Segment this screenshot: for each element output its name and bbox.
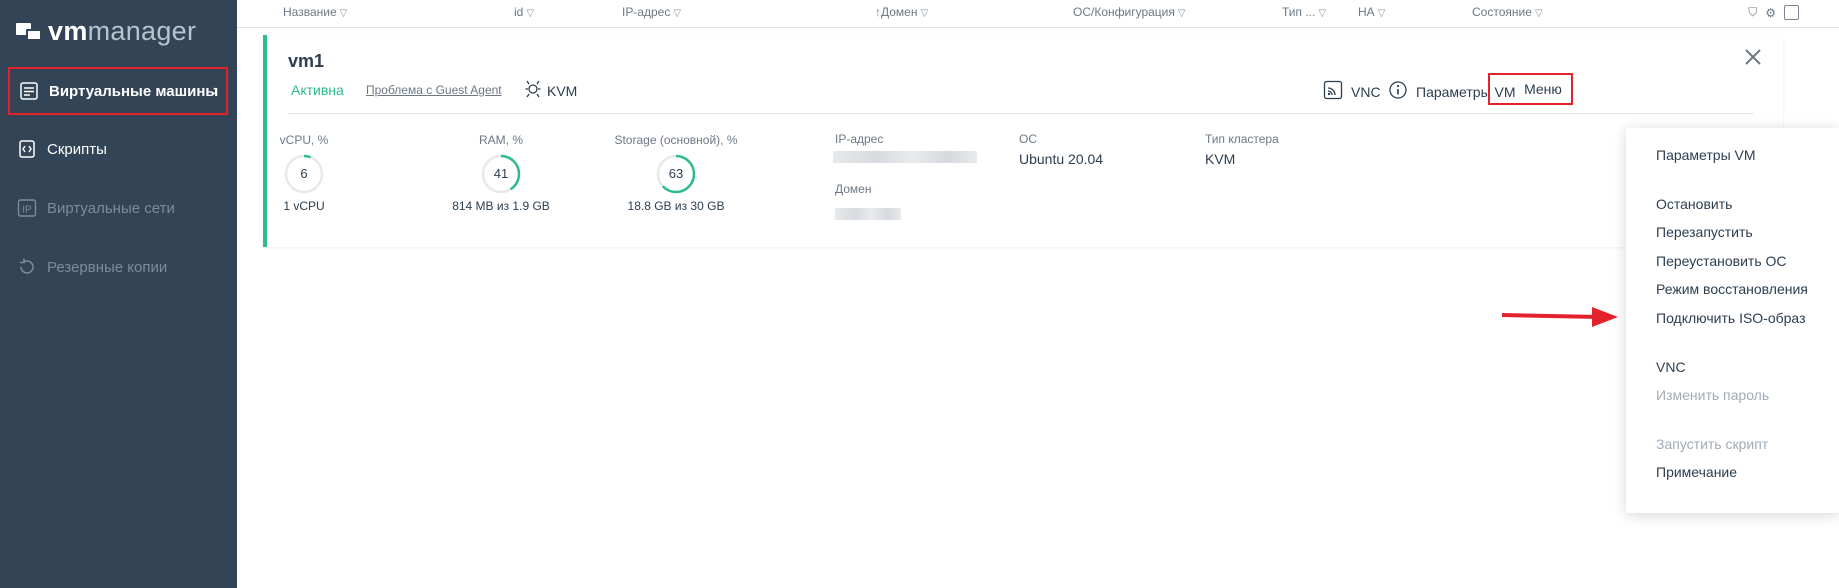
logo-icon xyxy=(16,21,42,41)
main-content: Название ▽ id ▽ IP-адрес ▽ ↑Домен ▽ ОС/Конфи… xyxy=(237,0,1839,588)
sidebar-item-label: Виртуальные машины xyxy=(49,82,219,100)
menu-item-stop[interactable]: Остановить xyxy=(1656,196,1732,212)
more-icon: ··· xyxy=(1499,81,1517,97)
gauge-value: 41 xyxy=(493,166,509,181)
os-label: ОС xyxy=(1019,132,1037,146)
filter-icon[interactable]: ▽ xyxy=(340,8,348,19)
column-header-os[interactable]: ОС/Конфигурация ▽ xyxy=(1073,5,1186,19)
close-icon[interactable] xyxy=(1743,47,1763,67)
hypervisor-label: KVM xyxy=(525,80,577,101)
sidebar-item-label: Виртуальные сети xyxy=(47,199,175,217)
menu-item-reinstall-os[interactable]: Переустановить ОС xyxy=(1656,253,1787,269)
cluster-type-value: KVM xyxy=(1205,151,1236,167)
ip-label: IP-адрес xyxy=(835,132,884,146)
menu-item-note[interactable]: Примечание xyxy=(1656,464,1737,480)
script-icon xyxy=(16,138,38,160)
backup-icon xyxy=(16,256,38,278)
logo-text: vmmanager xyxy=(48,16,197,46)
divider xyxy=(288,113,1754,114)
column-header-state[interactable]: Состояние ▽ xyxy=(1472,5,1543,19)
vm-name[interactable]: vm1 xyxy=(288,51,324,72)
sidebar-item-backups[interactable]: Резервные копии xyxy=(0,243,237,291)
metric-label: RAM, % xyxy=(478,133,523,147)
filter-icon[interactable]: ▽ xyxy=(1318,8,1326,19)
column-header-id[interactable]: id ▽ xyxy=(514,5,534,19)
filter-icon[interactable]: ▽ xyxy=(1178,8,1186,19)
menu-button[interactable]: ··· Меню xyxy=(1488,73,1573,105)
metric-sub: 814 MB из 1.9 GB xyxy=(452,199,550,213)
column-header-domain[interactable]: ↑Домен ▽ xyxy=(875,5,928,19)
metric-sub: 18.8 GB из 30 GB xyxy=(627,199,725,213)
filter-settings-icon[interactable]: ⛉ xyxy=(1748,5,1757,20)
column-header-name[interactable]: Название ▽ xyxy=(283,5,347,19)
column-header-ha[interactable]: HA ▽ xyxy=(1358,5,1385,19)
metric-storage: Storage (основной), % 63 18.8 GB из 30 G… xyxy=(606,133,746,213)
sidebar-item-label: Резервные копии xyxy=(47,258,168,276)
sidebar-item-virtual-machines[interactable]: Виртуальные машины › xyxy=(8,67,228,115)
metric-label: vCPU, % xyxy=(279,133,329,147)
metric-label: Storage (основной), % xyxy=(614,133,738,147)
table-header: Название ▽ id ▽ IP-адрес ▽ ↑Домен ▽ ОС/Конфи… xyxy=(237,0,1839,28)
vcpu-gauge: 6 xyxy=(283,153,325,195)
select-all-checkbox[interactable] xyxy=(1784,5,1799,20)
gear-icon[interactable]: ⚙ xyxy=(1765,6,1776,20)
filter-icon[interactable]: ▽ xyxy=(1535,8,1543,19)
metric-vcpu: vCPU, % 6 1 vCPU xyxy=(274,133,334,213)
sidebar-item-virtual-networks[interactable]: IP Виртуальные сети xyxy=(0,184,237,232)
chevron-right-icon: › xyxy=(212,82,218,99)
gauge-value: 63 xyxy=(668,166,684,181)
metric-sub: 1 vCPU xyxy=(283,199,325,213)
cluster-type-label: Тип кластера xyxy=(1205,132,1279,146)
menu-item-run-script[interactable]: Запустить скрипт xyxy=(1656,436,1768,452)
domain-value-redacted xyxy=(835,208,901,220)
vnc-icon xyxy=(1323,80,1343,103)
sidebar: vmmanager Виртуальные машины › Скрипты I… xyxy=(0,0,237,588)
sidebar-item-label: Скрипты xyxy=(47,140,107,158)
svg-text:IP: IP xyxy=(22,205,32,216)
vm-menu-dropdown: Параметры VM Остановить Перезапустить Пе… xyxy=(1626,128,1839,513)
header-tools: ⛉ ⚙ xyxy=(1748,5,1799,20)
menu-item-change-password[interactable]: Изменить пароль xyxy=(1656,387,1769,403)
menu-item-vm-params[interactable]: Параметры VM xyxy=(1656,147,1756,163)
filter-icon[interactable]: ▽ xyxy=(921,8,929,19)
gauge-value: 6 xyxy=(300,166,308,181)
filter-icon[interactable]: ▽ xyxy=(673,8,681,19)
filter-icon[interactable]: ▽ xyxy=(526,8,534,19)
filter-icon[interactable]: ▽ xyxy=(1378,8,1386,19)
domain-label: Домен xyxy=(835,182,872,196)
column-header-type[interactable]: Тип ... ▽ xyxy=(1282,5,1326,19)
ip-value-redacted xyxy=(833,151,977,163)
ip-network-icon: IP xyxy=(16,197,38,219)
menu-item-recovery-mode[interactable]: Режим восстановления xyxy=(1656,281,1808,297)
annotation-arrow-icon xyxy=(1501,307,1618,327)
menu-item-vnc[interactable]: VNC xyxy=(1656,359,1686,375)
os-value: Ubuntu 20.04 xyxy=(1019,151,1104,167)
vm-card: vm1 Активна Проблема с Guest Agent KVM V… xyxy=(263,35,1783,247)
status-badge: Активна xyxy=(291,82,344,98)
kvm-icon xyxy=(525,80,541,101)
metric-ram: RAM, % 41 814 MB из 1.9 GB xyxy=(441,133,561,213)
column-header-ip[interactable]: IP-адрес ▽ xyxy=(622,5,681,19)
menu-item-attach-iso[interactable]: Подключить ISO-образ xyxy=(1656,310,1805,326)
storage-gauge: 63 xyxy=(655,153,697,195)
vnc-button[interactable]: VNC xyxy=(1323,80,1381,103)
vm-list-icon xyxy=(18,80,40,102)
info-icon xyxy=(1388,80,1408,103)
guest-agent-problem-link[interactable]: Проблема с Guest Agent xyxy=(366,83,502,97)
menu-item-restart[interactable]: Перезапустить xyxy=(1656,224,1753,240)
ram-gauge: 41 xyxy=(480,153,522,195)
logo[interactable]: vmmanager xyxy=(16,16,196,46)
sidebar-item-scripts[interactable]: Скрипты xyxy=(0,125,237,173)
